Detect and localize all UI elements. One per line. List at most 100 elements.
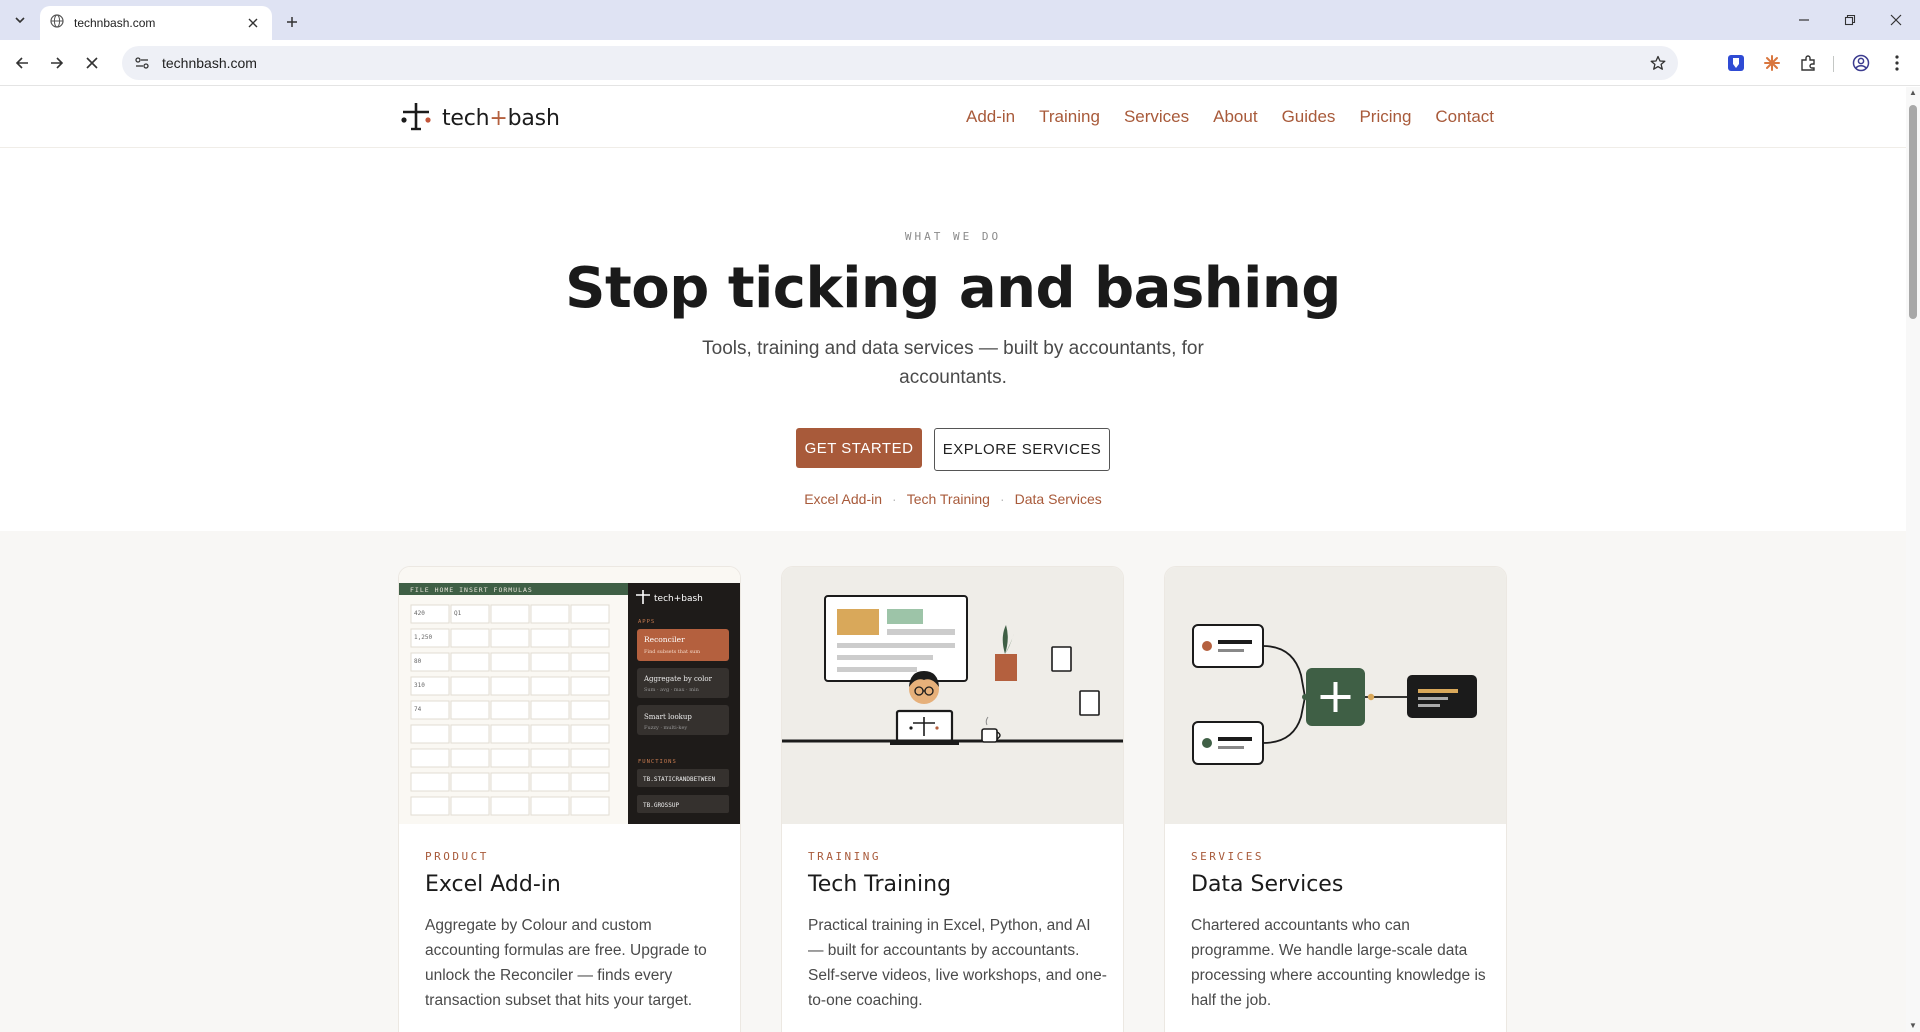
card-tag: TRAINING [808,850,881,863]
spreadsheet-cell [530,796,570,816]
site-settings-icon[interactable] [128,49,156,77]
spreadsheet-cell [410,772,450,792]
spreadsheet-grid [410,604,610,816]
browser-tabstrip: technbash.com [0,0,1920,40]
card-tech-training[interactable]: TRAINING Tech Training Practical trainin… [781,566,1124,1032]
nav-link-pricing[interactable]: Pricing [1359,107,1411,127]
quick-link-excel-add-in[interactable]: Excel Add-in [804,491,882,507]
cell-value: 74 [414,706,422,713]
hero-section: WHAT WE DO Stop ticking and bashing Tool… [0,148,1906,531]
spreadsheet-cell [530,748,570,768]
spreadsheet-cell [490,628,530,648]
page-viewport: tech+bash Add-in Training Services About… [0,87,1920,1032]
spreadsheet-cell [450,676,490,696]
scroll-up-arrow-icon[interactable]: ▲ [1909,89,1917,97]
cell-value: 80 [414,658,422,665]
spreadsheet-cell [410,748,450,768]
nav-link-contact[interactable]: Contact [1435,107,1494,127]
mock-menu-bar: FILE HOME INSERT FORMULAS [410,586,533,594]
logo-text-tech: tech [442,105,490,131]
restore-icon[interactable] [1833,6,1867,34]
spreadsheet-cell [530,724,570,744]
spreadsheet-cell [450,700,490,720]
site-header: tech+bash Add-in Training Services About… [0,87,1906,148]
scrollbar-thumb[interactable] [1909,105,1917,319]
spreadsheet-cell [450,652,490,672]
close-window-icon[interactable] [1879,6,1913,34]
card-title: Excel Add-in [425,872,561,897]
spreadsheet-cell [450,796,490,816]
spreadsheet-cell [530,700,570,720]
profile-avatar-icon[interactable] [1847,49,1875,77]
quick-link-separator: · [999,491,1005,507]
panel-app-title: Aggregate by color [643,675,713,683]
logo-text-bash: bash [507,105,560,131]
browser-toolbar: technbash.com [0,40,1920,86]
main-nav: Add-in Training Services About Guides Pr… [966,107,1494,127]
browser-tab[interactable]: technbash.com [40,6,272,40]
minimize-icon[interactable] [1787,6,1821,34]
card-data-services[interactable]: SERVICES Data Services Chartered account… [1164,566,1507,1032]
hero-eyebrow: WHAT WE DO [904,230,1002,243]
extensions-puzzle-icon[interactable] [1794,49,1822,77]
address-bar[interactable]: technbash.com [122,46,1678,80]
get-started-button[interactable]: GET STARTED [796,428,922,468]
spreadsheet-cell [570,676,610,696]
spreadsheet-cell [410,724,450,744]
globe-icon [50,13,64,33]
spreadsheet-cell [450,772,490,792]
logo-text: tech+bash [442,106,560,131]
spreadsheet-cell [530,772,570,792]
card-body: Chartered accountants who can programme.… [1191,917,1486,1009]
card-tag: SERVICES [1191,850,1264,863]
hero-quick-links: Excel Add-in · Tech Training · Data Serv… [0,491,1906,507]
back-arrow-icon[interactable] [8,49,36,77]
spreadsheet-cell [490,772,530,792]
quick-link-tech-training[interactable]: Tech Training [907,491,990,507]
spreadsheet-cell [490,676,530,696]
panel-app-title: Reconciler [644,635,685,644]
nav-link-about[interactable]: About [1213,107,1257,127]
excel-add-in-illustration: FILE HOME INSERT FORMULAS 420 Q1 1,250 8… [399,567,740,824]
forward-arrow-icon[interactable] [43,49,71,77]
cell-value: Q1 [454,610,462,617]
nav-link-training[interactable]: Training [1039,107,1100,127]
spreadsheet-cell [570,772,610,792]
hero-title: Stop ticking and bashing [565,256,1341,321]
nav-link-guides[interactable]: Guides [1282,107,1336,127]
spreadsheet-cell [450,628,490,648]
explore-services-button[interactable]: EXPLORE SERVICES [934,428,1110,471]
spreadsheet-cell [530,604,570,624]
nav-link-services[interactable]: Services [1124,107,1189,127]
page-scrollbar[interactable]: ▲ ▼ [1906,87,1920,1032]
spreadsheet-cell [490,724,530,744]
site-logo[interactable]: tech+bash [400,101,560,135]
nav-link-add-in[interactable]: Add-in [966,107,1015,127]
url-text[interactable]: technbash.com [162,55,1644,71]
quick-link-data-services[interactable]: Data Services [1015,491,1102,507]
bookmark-star-icon[interactable] [1644,49,1672,77]
tab-search-chevron-icon[interactable] [8,8,32,32]
stop-loading-icon[interactable] [78,49,106,77]
spreadsheet-cell [570,628,610,648]
hero-subtitle: Tools, training and data services — buil… [702,338,1204,388]
card-body: Practical training in Excel, Python, and… [808,917,1107,1009]
scale-logo-icon [400,101,432,136]
tab-title: technbash.com [74,16,156,30]
card-excel-add-in[interactable]: FILE HOME INSERT FORMULAS 420 Q1 1,250 8… [398,566,741,1032]
new-tab-plus-icon[interactable] [280,10,304,34]
cell-value: 310 [414,682,425,689]
panel-app-sub: Find subsets that sum [644,649,700,655]
card-title: Data Services [1191,872,1344,897]
scroll-down-arrow-icon[interactable]: ▼ [1909,1022,1917,1030]
sparkle-extension-icon[interactable] [1758,49,1786,77]
menu-kebab-icon[interactable] [1883,49,1911,77]
panel-app-sub: Fuzzy · multi-key [644,725,687,731]
tab-close-icon[interactable] [244,14,262,32]
spreadsheet-cell [490,796,530,816]
password-manager-extension-icon[interactable] [1722,49,1750,77]
spreadsheet-cell [570,604,610,624]
panel-app-sub: Sum · avg · max · min [644,687,700,693]
spreadsheet-cell [530,628,570,648]
panel-app-title: Smart lookup [644,713,692,721]
